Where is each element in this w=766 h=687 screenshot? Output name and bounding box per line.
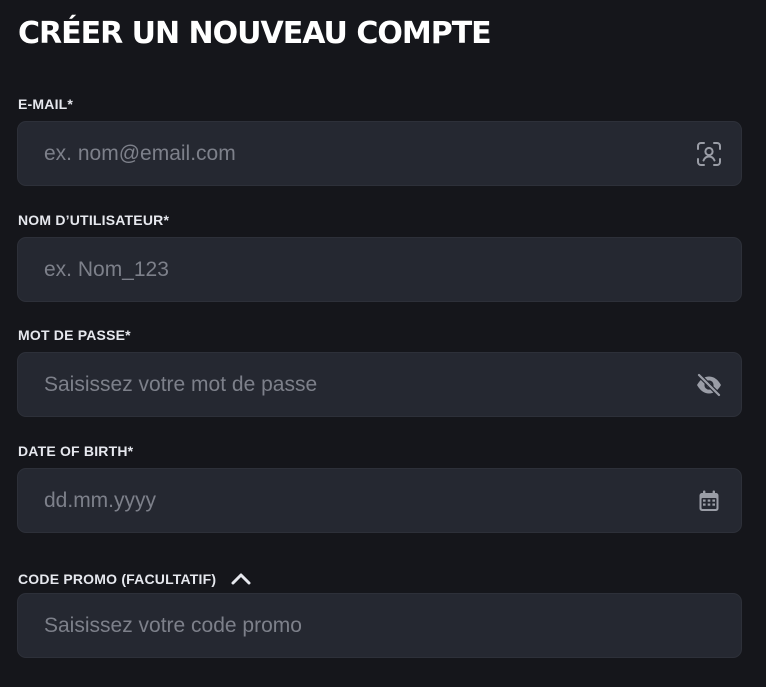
password-label-text: MOT DE PASSE* [18,327,131,343]
promo-label[interactable]: CODE PROMO (FACULTATIF) [18,571,252,587]
promo-code-field[interactable] [18,594,741,657]
email-field-wrapper [17,121,742,186]
username-label: NOM D’UTILISATEUR* [18,212,169,228]
username-field[interactable] [18,238,741,301]
eye-off-icon[interactable] [694,370,724,400]
email-field[interactable] [18,122,741,185]
dob-field[interactable] [18,469,741,532]
promo-field-wrapper [17,593,742,658]
promo-label-text: CODE PROMO (FACULTATIF) [18,571,217,587]
dob-label: DATE OF BIRTH* [18,443,133,459]
account-recognition-icon[interactable] [694,139,724,169]
username-label-text: NOM D’UTILISATEUR* [18,212,170,228]
email-label: E-MAIL* [18,96,73,112]
email-label-text: E-MAIL* [18,96,74,112]
page-title: CRÉER UN NOUVEAU COMPTE [18,16,492,51]
calendar-icon[interactable] [694,486,724,516]
username-field-wrapper [17,237,742,302]
password-label: MOT DE PASSE* [18,327,131,343]
dob-field-wrapper [17,468,742,533]
password-field-wrapper [17,352,742,417]
signup-panel: CRÉER UN NOUVEAU COMPTE E-MAIL* NOM D’UT… [0,0,766,687]
dob-label-text: DATE OF BIRTH* [18,443,134,459]
password-field[interactable] [18,353,741,416]
chevron-up-icon[interactable] [230,571,252,587]
